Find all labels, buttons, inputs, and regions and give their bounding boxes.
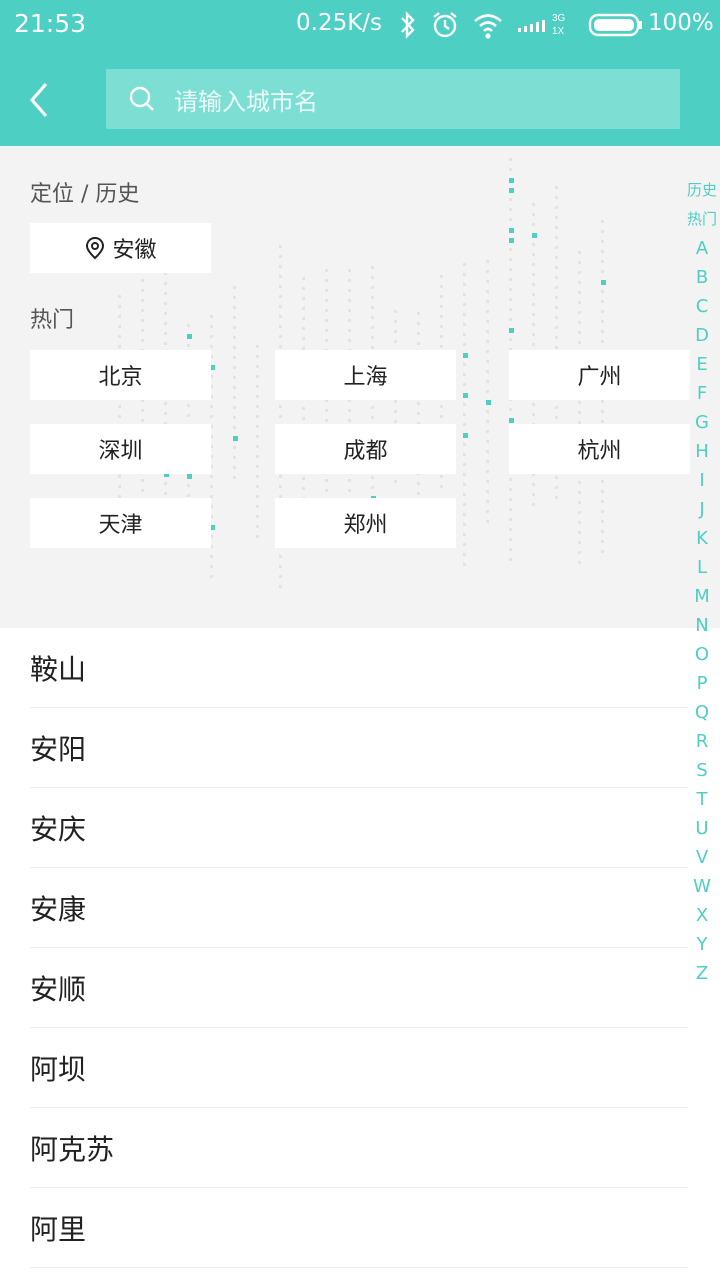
index-item[interactable]: S	[684, 756, 720, 785]
app-header: 请输入城市名	[0, 52, 720, 146]
status-bar: 21:53 0.25K/s 3G 1X 100%	[0, 0, 720, 52]
hot-city-button[interactable]: 成都	[275, 424, 456, 474]
list-item[interactable]: 安阳	[30, 708, 688, 788]
hot-city-button[interactable]: 上海	[275, 350, 456, 400]
hot-city-button[interactable]: 北京	[30, 350, 211, 400]
list-item[interactable]: 阿坝	[30, 1028, 688, 1108]
network-speed: 0.25K/s	[296, 10, 383, 36]
back-button[interactable]	[22, 78, 62, 122]
hot-section-title: 热门	[30, 308, 75, 333]
hot-city-label: 深圳	[98, 439, 143, 464]
list-item[interactable]: 鞍山	[30, 628, 688, 708]
location-section-title: 定位 / 历史	[30, 182, 140, 207]
index-item[interactable]: P	[684, 669, 720, 698]
hot-city-label: 杭州	[577, 439, 622, 464]
index-item[interactable]: B	[684, 263, 720, 292]
index-item[interactable]: N	[684, 611, 720, 640]
hot-city-label: 北京	[98, 365, 143, 390]
index-item[interactable]: I	[684, 466, 720, 495]
bluetooth-icon	[398, 10, 418, 44]
hot-city-label: 天津	[98, 513, 143, 538]
search-placeholder: 请输入城市名	[174, 88, 318, 116]
signal-label-top: 3G	[552, 13, 566, 24]
city-name: 安阳	[30, 733, 87, 766]
location-hot-panel: 定位 / 历史 安徽 热门 北京 上海 广州 深圳 成都 杭州 天津 郑州	[0, 146, 720, 628]
battery-icon	[588, 12, 644, 42]
index-item[interactable]: J	[684, 495, 720, 524]
index-item[interactable]: R	[684, 727, 720, 756]
index-item[interactable]: G	[684, 408, 720, 437]
hot-city-button[interactable]: 杭州	[509, 424, 690, 474]
index-item[interactable]: Y	[684, 930, 720, 959]
city-name: 安庆	[30, 813, 87, 846]
city-name: 阿里	[30, 1213, 87, 1246]
back-icon	[29, 82, 48, 118]
index-item[interactable]: T	[684, 785, 720, 814]
location-pin-icon	[86, 236, 105, 260]
hot-city-button[interactable]: 郑州	[275, 498, 456, 548]
index-item[interactable]: C	[684, 292, 720, 321]
index-item[interactable]: L	[684, 553, 720, 582]
index-item[interactable]: K	[684, 524, 720, 553]
city-name: 安康	[30, 893, 87, 926]
index-item[interactable]: H	[684, 437, 720, 466]
hot-city-label: 广州	[577, 365, 622, 390]
index-item[interactable]: 历史	[684, 176, 720, 205]
hot-city-button[interactable]: 天津	[30, 498, 211, 548]
hot-city-button[interactable]: 深圳	[30, 424, 211, 474]
hot-city-label: 郑州	[343, 513, 388, 538]
current-location-label: 安徽	[112, 238, 157, 263]
status-time: 21:53	[14, 9, 87, 38]
signal-label-bottom: 1X	[552, 26, 565, 37]
city-name: 阿克苏	[30, 1133, 115, 1166]
index-item[interactable]: M	[684, 582, 720, 611]
wifi-icon	[472, 10, 504, 44]
search-icon	[128, 85, 156, 117]
index-item[interactable]: U	[684, 814, 720, 843]
index-item[interactable]: A	[684, 234, 720, 263]
list-item[interactable]: 安康	[30, 868, 688, 948]
index-item[interactable]: X	[684, 901, 720, 930]
signal-icon: 3G 1X	[516, 10, 568, 44]
index-item[interactable]: O	[684, 640, 720, 669]
list-item[interactable]: 安庆	[30, 788, 688, 868]
index-item[interactable]: Z	[684, 959, 720, 988]
alphabet-index-bar[interactable]: 历史 热门 A B C D E F G H I J K L M N O P Q …	[684, 176, 720, 988]
city-name: 安顺	[30, 973, 87, 1006]
index-item[interactable]: Q	[684, 698, 720, 727]
list-item[interactable]: 阿克苏	[30, 1108, 688, 1188]
alarm-icon	[430, 10, 460, 44]
index-item[interactable]: D	[684, 321, 720, 350]
battery-percent: 100%	[648, 10, 714, 36]
hot-city-label: 上海	[343, 365, 388, 390]
list-item[interactable]: 阿里	[30, 1188, 688, 1268]
city-name: 阿坝	[30, 1053, 87, 1086]
index-item[interactable]: W	[684, 872, 720, 901]
city-name: 鞍山	[30, 653, 87, 686]
index-item[interactable]: F	[684, 379, 720, 408]
index-item[interactable]: V	[684, 843, 720, 872]
hot-city-label: 成都	[343, 439, 388, 464]
list-item[interactable]: 安顺	[30, 948, 688, 1028]
index-item[interactable]: 热门	[684, 205, 720, 234]
hot-city-button[interactable]: 广州	[509, 350, 690, 400]
current-location-button[interactable]: 安徽	[30, 223, 211, 273]
search-input[interactable]: 请输入城市名	[106, 69, 680, 129]
city-list: 鞍山 安阳 安庆 安康 安顺 阿坝 阿克苏 阿里	[0, 628, 688, 1268]
index-item[interactable]: E	[684, 350, 720, 379]
